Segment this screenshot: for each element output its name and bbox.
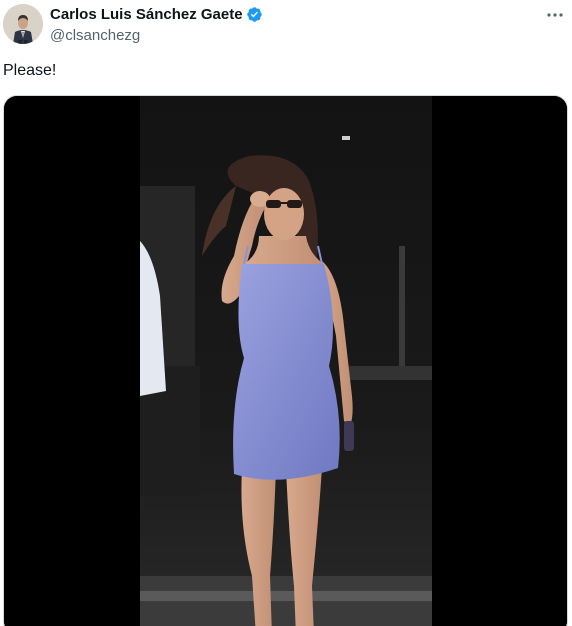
more-options-icon[interactable] <box>544 4 566 26</box>
author-name-block: Carlos Luis Sánchez Gaete @clsanchezg <box>50 4 263 46</box>
verified-badge-icon[interactable] <box>246 6 263 23</box>
gif-media-icon <box>4 96 567 626</box>
tweet-card: Carlos Luis Sánchez Gaete @clsanchezg Pl… <box>0 0 572 626</box>
author-avatar[interactable] <box>3 4 43 44</box>
author-handle[interactable]: @clsanchezg <box>50 26 263 46</box>
tweet-header: Carlos Luis Sánchez Gaete @clsanchezg <box>0 0 572 50</box>
display-name-row: Carlos Luis Sánchez Gaete <box>50 4 263 24</box>
avatar-photo-icon <box>3 4 43 44</box>
author-display-name[interactable]: Carlos Luis Sánchez Gaete <box>50 6 243 23</box>
tweet-media-gif[interactable] <box>3 95 568 626</box>
tweet-text: Please! <box>3 62 57 79</box>
